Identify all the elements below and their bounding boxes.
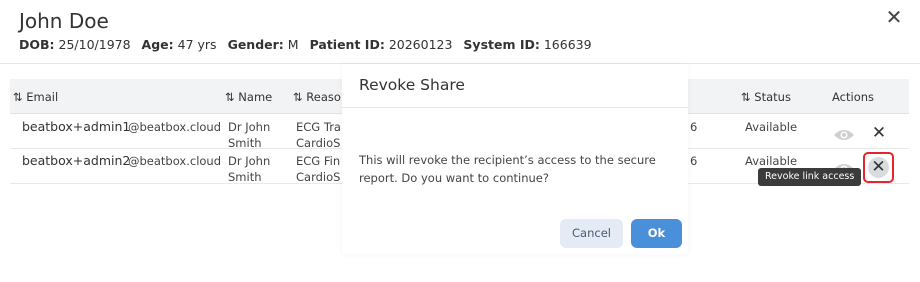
- reason-line1: ECG Fin: [296, 154, 341, 168]
- revoke-tooltip: Revoke link access: [758, 168, 862, 186]
- reason-line1: ECG Tra: [296, 120, 341, 134]
- dialog-message: This will revoke the recipient’s access …: [359, 151, 679, 187]
- patient-header: John Doe DOB: 25/10/1978 Age: 47 yrs Gen…: [0, 0, 920, 64]
- dob-value: 25/10/1978: [58, 37, 131, 52]
- ok-button[interactable]: Ok: [631, 219, 682, 248]
- column-header-email[interactable]: ⇅ Email: [13, 90, 58, 104]
- recipient-name-line2: Smith: [228, 170, 262, 184]
- email-domain: @beatbox.cloud: [128, 154, 222, 168]
- revoke-button[interactable]: ✕: [870, 124, 888, 142]
- dialog-message-line1: This will revoke the recipient’s access …: [359, 153, 656, 167]
- system-id-value: 166639: [543, 37, 592, 52]
- status-text: Available: [745, 154, 798, 168]
- dob-label: DOB:: [19, 37, 55, 52]
- recipient-name-line1: Dr John: [228, 154, 271, 168]
- age-value: 47 yrs: [177, 37, 217, 52]
- dialog-message-line2: report. Do you want to continue?: [359, 171, 549, 185]
- patient-name: John Doe: [19, 9, 109, 33]
- id-fragment: 6: [690, 154, 698, 168]
- email-user: beatbox+admin1: [22, 119, 131, 134]
- email-user: beatbox+admin2: [22, 153, 131, 168]
- system-id-label: System ID:: [463, 37, 540, 52]
- reason-line2: CardioS: [296, 136, 341, 150]
- status-text: Available: [745, 120, 798, 134]
- age-label: Age:: [141, 37, 174, 52]
- eye-icon[interactable]: [833, 128, 855, 142]
- revoke-button-highlighted[interactable]: ✕: [863, 152, 894, 183]
- email-domain: @beatbox.cloud: [128, 120, 222, 134]
- gender-value: M: [287, 37, 299, 52]
- recipient-name-line1: Dr John: [228, 120, 271, 134]
- column-header-actions: Actions: [832, 90, 875, 104]
- patient-id-label: Patient ID:: [309, 37, 385, 52]
- column-header-name[interactable]: ⇅ Name: [225, 90, 272, 104]
- column-header-status[interactable]: ⇅ Status: [741, 90, 791, 104]
- cancel-button[interactable]: Cancel: [560, 219, 623, 248]
- patient-id-value: 20260123: [388, 37, 453, 52]
- close-icon[interactable]: ✕: [868, 157, 889, 178]
- dialog-header: Revoke Share: [342, 64, 688, 108]
- revoke-share-dialog: Revoke Share This will revoke the recipi…: [342, 64, 688, 254]
- patient-meta: DOB: 25/10/1978 Age: 47 yrs Gender: M Pa…: [19, 37, 599, 52]
- close-icon[interactable]: ✕: [884, 7, 904, 27]
- dialog-title: Revoke Share: [359, 76, 465, 94]
- reason-line2: CardioS: [296, 170, 341, 184]
- column-header-reason[interactable]: ⇅ Reaso: [293, 90, 341, 104]
- id-fragment: 6: [690, 120, 698, 134]
- recipient-name-line2: Smith: [228, 136, 262, 150]
- gender-label: Gender:: [227, 37, 284, 52]
